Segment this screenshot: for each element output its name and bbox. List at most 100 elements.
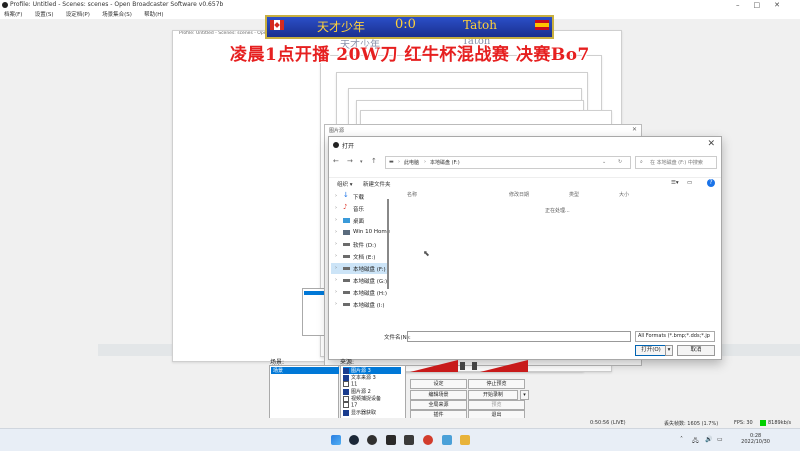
windows-start-icon[interactable] <box>331 435 341 445</box>
address-bar[interactable]: ▬ › 此电脑 › 本地磁盘 (F:) ⌄ ↻ <box>385 156 631 169</box>
menu-help[interactable]: 帮助(H) <box>144 12 163 18</box>
steam-icon[interactable] <box>349 435 359 445</box>
menu-scene-collection[interactable]: 场景集合(S) <box>102 12 132 18</box>
pane-icon[interactable]: ▭ <box>687 180 692 186</box>
nav-item-drive-i[interactable]: › 本地磁盘 (I:) <box>331 299 389 310</box>
network-icon[interactable]: 🖧 <box>692 436 699 446</box>
cancel-button[interactable]: 取消 <box>677 345 715 356</box>
nav-item-music[interactable]: › ♪ 音乐 <box>331 203 389 214</box>
dialog-nav-row: ← → ▾ ↑ ▬ › 此电脑 › 本地磁盘 (F:) ⌄ ↻ ⌕ 在 本地磁盘… <box>329 155 721 169</box>
open-dropdown-icon[interactable]: ▾ <box>665 345 673 356</box>
settings-button[interactable]: 设定 <box>410 379 467 389</box>
chevron-right-icon[interactable]: › <box>335 229 337 235</box>
chevron-right-icon[interactable]: › <box>335 241 337 247</box>
source-item[interactable]: 文本来源 3 <box>343 374 376 381</box>
background-bar <box>720 344 800 356</box>
scene-item[interactable]: 场景 <box>271 367 339 374</box>
app-icon[interactable] <box>404 435 414 445</box>
chevron-right-icon[interactable]: › <box>335 253 337 259</box>
chevron-right-icon[interactable]: › <box>335 277 337 283</box>
chevron-down-icon[interactable]: ▾ <box>520 390 529 400</box>
netease-music-icon[interactable] <box>423 435 433 445</box>
drive-icon <box>343 303 350 306</box>
chevron-right-icon[interactable]: › <box>335 193 337 199</box>
back-arrow-icon[interactable]: ← <box>333 157 339 165</box>
close-icon[interactable]: ✕ <box>632 126 637 133</box>
chevron-right-icon[interactable]: › <box>335 301 337 307</box>
mic-icon <box>472 362 477 370</box>
column-size[interactable]: 大小 <box>619 191 629 198</box>
obs-icon[interactable] <box>367 435 377 445</box>
source-item[interactable]: 17 <box>343 402 357 409</box>
file-explorer-icon[interactable] <box>460 435 470 445</box>
close-icon[interactable]: ✕ <box>707 139 715 149</box>
fps: FPS: 30 <box>734 420 753 426</box>
taskbar-clock[interactable]: 0:28 2022/10/30 <box>741 433 770 445</box>
refresh-icon[interactable]: ↻ <box>618 159 622 165</box>
spain-flag-icon <box>535 20 549 30</box>
drive-icon <box>343 230 350 235</box>
column-type[interactable]: 类型 <box>569 191 579 198</box>
organize-menu[interactable]: 组织 ▾ <box>337 180 353 188</box>
source-item[interactable]: 图片源 2 <box>343 388 371 395</box>
nav-scrollbar[interactable] <box>387 199 389 289</box>
chevron-down-icon[interactable]: ▾ <box>360 159 363 165</box>
source-item[interactable]: 视频捕捉设备 <box>343 395 381 402</box>
search-input[interactable]: ⌕ 在 本地磁盘 (F:) 中搜索 <box>635 156 717 169</box>
desktop-icon <box>343 218 350 223</box>
drive-icon <box>343 267 350 270</box>
chevron-right-icon[interactable]: › <box>335 265 337 271</box>
nav-item-drive-f[interactable]: › 本地磁盘 (F:) <box>331 263 389 274</box>
breadcrumb-drive-f[interactable]: 本地磁盘 (F:) <box>430 159 460 166</box>
up-arrow-icon[interactable]: ↑ <box>371 157 377 165</box>
nav-item-drive-h[interactable]: › 本地磁盘 (H:) <box>331 287 389 298</box>
status-indicator <box>760 420 766 426</box>
nav-item-desktop[interactable]: › 桌面 <box>331 215 389 226</box>
new-folder-button[interactable]: 新建文件夹 <box>363 180 391 188</box>
music-icon: ♪ <box>343 203 348 211</box>
edit-scene-button[interactable]: 编辑场景 <box>410 390 467 400</box>
source-item[interactable]: 图片源 3 <box>343 367 401 374</box>
nav-item-drive-e[interactable]: › 文档 (E:) <box>331 251 389 262</box>
open-button[interactable]: 打开(O) <box>635 345 667 356</box>
window-controls[interactable]: –□✕ <box>736 1 794 9</box>
chevron-right-icon[interactable]: › <box>335 289 337 295</box>
desktop-volume-meter[interactable] <box>410 360 466 372</box>
column-date[interactable]: 修改日期 <box>509 191 529 198</box>
nav-item-win10[interactable]: › Win 10 Home <box>331 227 390 238</box>
file-type-filter[interactable]: All Formats (*.bmp;*.dds;*.jp <box>635 331 715 342</box>
filename-input[interactable] <box>407 331 631 342</box>
nav-item-drive-g[interactable]: › 本地磁盘 (G:) <box>331 275 389 286</box>
player-left-name: 天才少年 <box>317 20 366 34</box>
app-icon[interactable] <box>386 435 396 445</box>
view-options-icon[interactable]: ☰▾ <box>671 180 679 186</box>
mic-volume-meter[interactable] <box>472 360 528 372</box>
stream-headline: 凌晨1点开播 20W刀 红牛杯混战赛 决赛Bo7 <box>230 45 590 65</box>
preview-button-disabled: 预览 <box>468 400 525 410</box>
menu-profile[interactable]: 设定档(P) <box>66 12 90 18</box>
column-name[interactable]: 名称 <box>407 191 417 198</box>
breadcrumb-this-pc[interactable]: 此电脑 <box>404 159 419 166</box>
forward-arrow-icon[interactable]: → <box>347 157 353 165</box>
help-icon[interactable]: ? <box>707 179 715 187</box>
nav-item-downloads[interactable]: › ↓ 下载 <box>331 191 389 202</box>
volume-icon[interactable]: 🔊 <box>705 436 712 443</box>
source-item[interactable]: 11 <box>343 381 357 388</box>
source-item[interactable]: 显示器获取 <box>343 409 376 416</box>
chevron-down-icon[interactable]: ⌄ <box>602 159 606 165</box>
menu-file[interactable]: 档案(F) <box>4 12 22 18</box>
sources-list: 图片源 3 文本来源 3 11 图片源 2 视频捕捉设备 17 显示器获取 <box>340 365 406 419</box>
global-sources-button[interactable]: 全局来源 <box>410 400 467 410</box>
battery-icon[interactable]: ▭ <box>717 436 723 443</box>
start-record-button[interactable]: 开始录制 <box>468 390 518 400</box>
chevron-right-icon[interactable]: › <box>335 205 337 211</box>
nav-item-drive-d[interactable]: › 软件 (D:) <box>331 239 389 250</box>
app-icon[interactable] <box>442 435 452 445</box>
chevron-right-icon[interactable]: › <box>335 217 337 223</box>
obs-logo-icon <box>333 142 339 148</box>
stop-preview-button[interactable]: 停止预览 <box>468 379 525 389</box>
drive-icon <box>343 291 350 294</box>
menu-settings[interactable]: 设置(S) <box>35 12 54 18</box>
bitrate: 8189kb/s <box>768 420 792 426</box>
chevron-up-icon[interactable]: ˄ <box>680 436 683 443</box>
